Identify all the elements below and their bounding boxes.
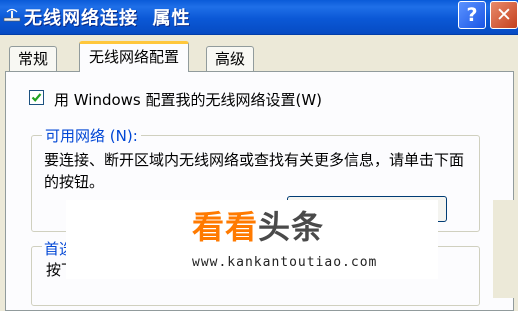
close-button[interactable]: ✕ — [490, 1, 518, 29]
watermark-brand-gray: 头条 — [258, 208, 325, 246]
checkmark-icon — [31, 93, 42, 102]
tab-advanced[interactable]: 高级 — [206, 46, 255, 71]
watermark-logo: 看看头条 — [192, 202, 324, 248]
watermark-url: www.kankantoutiao.com — [192, 255, 378, 270]
available-networks-description: 要连接、断开区域内无线网络或查找有关更多信息，请单击下面的按钮。 — [44, 151, 465, 191]
available-networks-title: 可用网络 (N): — [42, 125, 141, 146]
use-windows-label[interactable]: 用 Windows 配置我的无线网络设置(W) — [54, 89, 322, 110]
window-edge — [493, 200, 518, 298]
watermark-brand-orange: 看看 — [192, 208, 259, 246]
tab-wireless-networks[interactable]: 无线网络配置 — [79, 41, 190, 72]
network-connection-icon — [3, 8, 21, 22]
window-title: 无线网络连接 属性 — [24, 8, 191, 29]
help-button[interactable]: ? — [458, 1, 486, 29]
tab-general[interactable]: 常规 — [9, 46, 58, 71]
use-windows-checkbox[interactable] — [29, 90, 44, 105]
watermark: 看看头条 www.kankantoutiao.com — [66, 200, 438, 279]
title-bar: 无线网络连接 属性 ? ✕ — [0, 0, 518, 35]
